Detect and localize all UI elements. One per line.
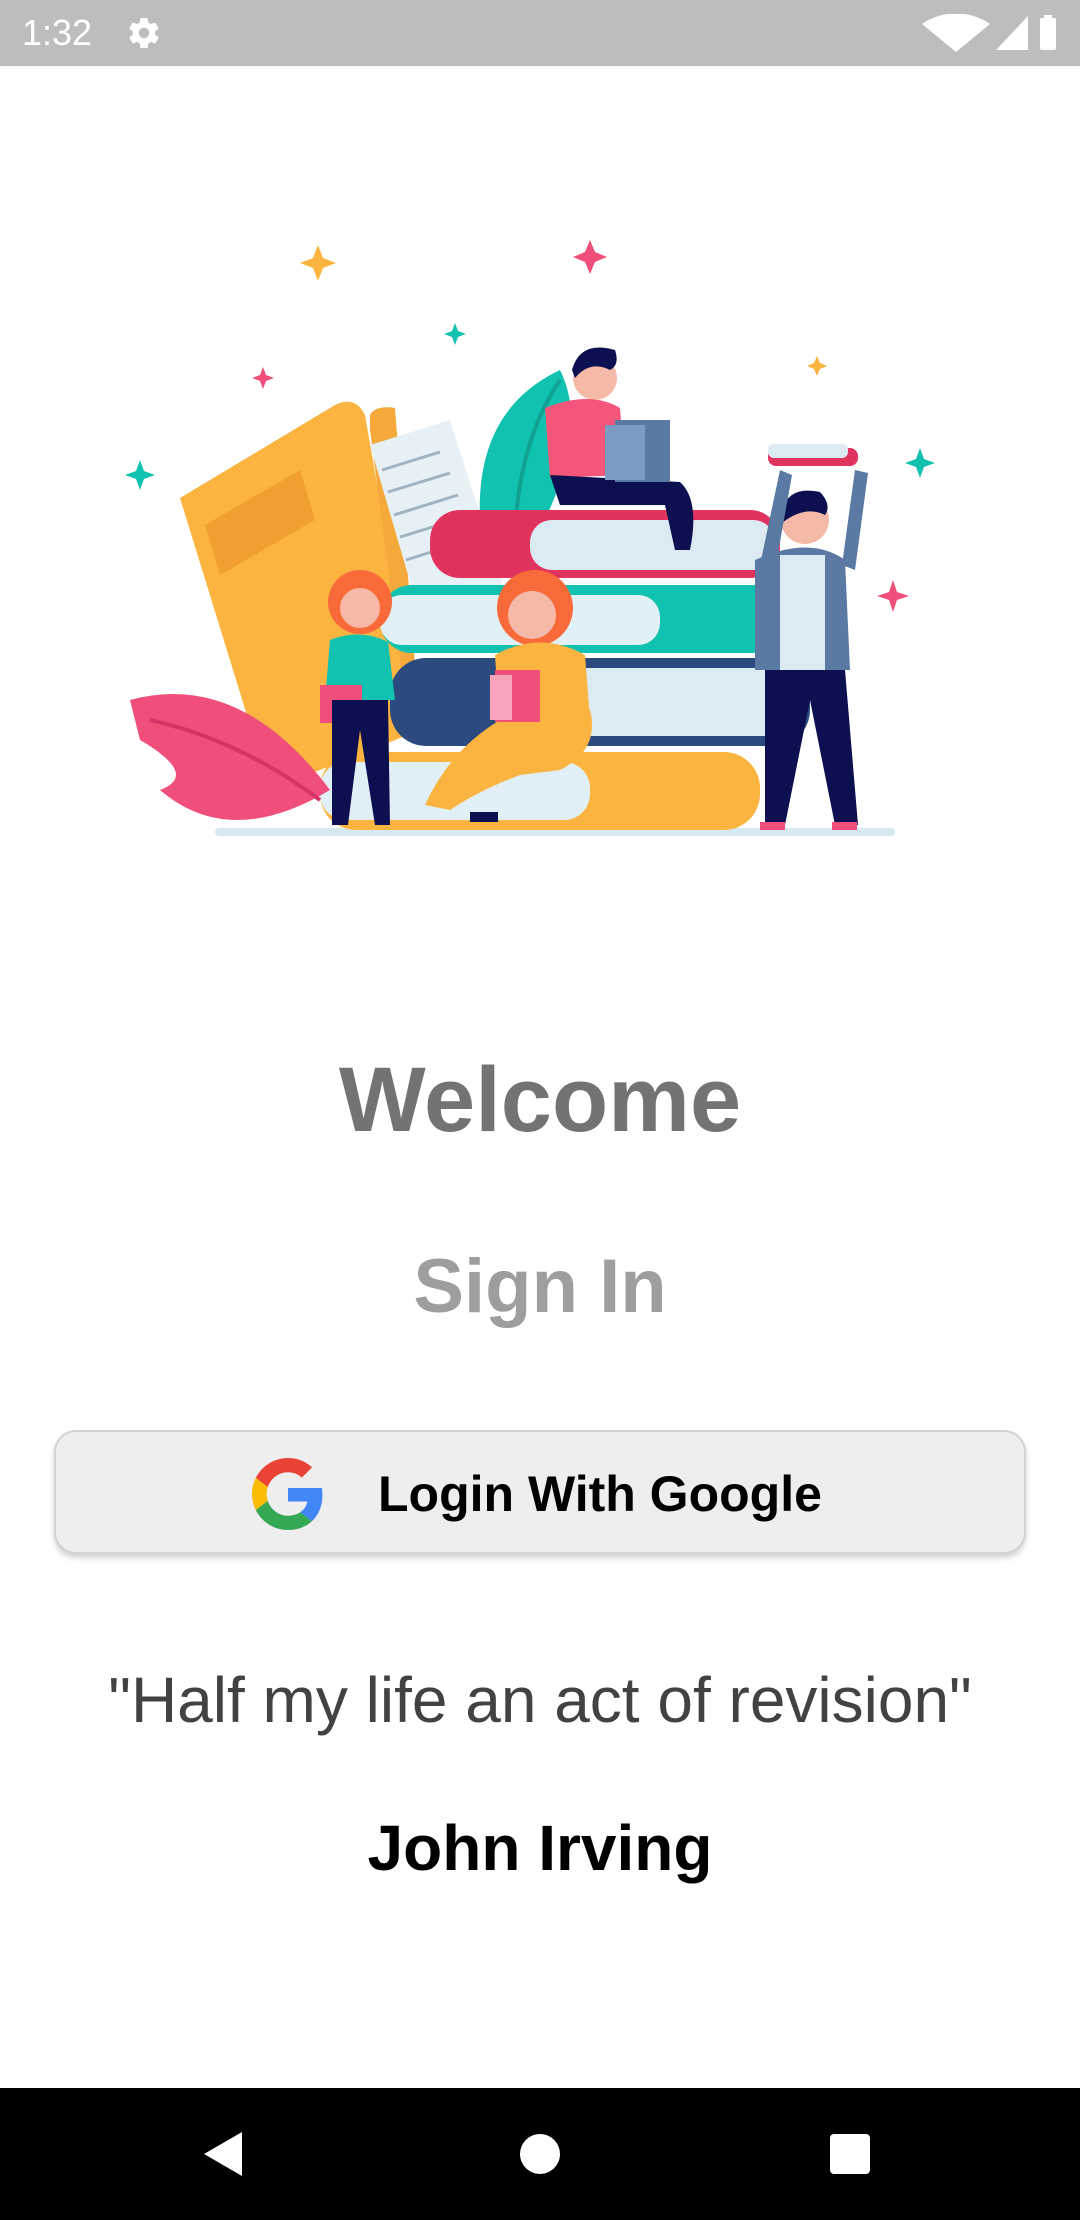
home-icon[interactable] bbox=[504, 2118, 576, 2190]
status-time: 1:32 bbox=[22, 12, 93, 53]
login-screen: 1:32 Welcome Sign In Login With Google "… bbox=[0, 0, 1080, 2220]
status-icons bbox=[922, 14, 1056, 52]
sign-in-subtitle: Sign In bbox=[413, 1244, 667, 1329]
welcome-title: Welcome bbox=[338, 1049, 742, 1151]
quote-text: "Half my life an act of revision" bbox=[108, 1664, 972, 1736]
navigation-bar bbox=[0, 2088, 1080, 2220]
login-with-google-button[interactable]: Login With Google bbox=[54, 1430, 1026, 1554]
login-with-google-label: Login With Google bbox=[378, 1466, 822, 1522]
gear-icon bbox=[129, 18, 159, 48]
boy-standing bbox=[755, 444, 868, 830]
recents-icon[interactable] bbox=[814, 2118, 886, 2190]
google-logo-icon bbox=[252, 1458, 323, 1530]
wifi-icon bbox=[922, 14, 990, 52]
battery-icon bbox=[1040, 18, 1056, 50]
back-icon[interactable] bbox=[190, 2118, 262, 2190]
reading-illustration bbox=[125, 240, 935, 836]
quote-author: John Irving bbox=[367, 1812, 713, 1884]
signal-icon bbox=[996, 16, 1028, 50]
status-bar: 1:32 bbox=[0, 0, 1080, 66]
